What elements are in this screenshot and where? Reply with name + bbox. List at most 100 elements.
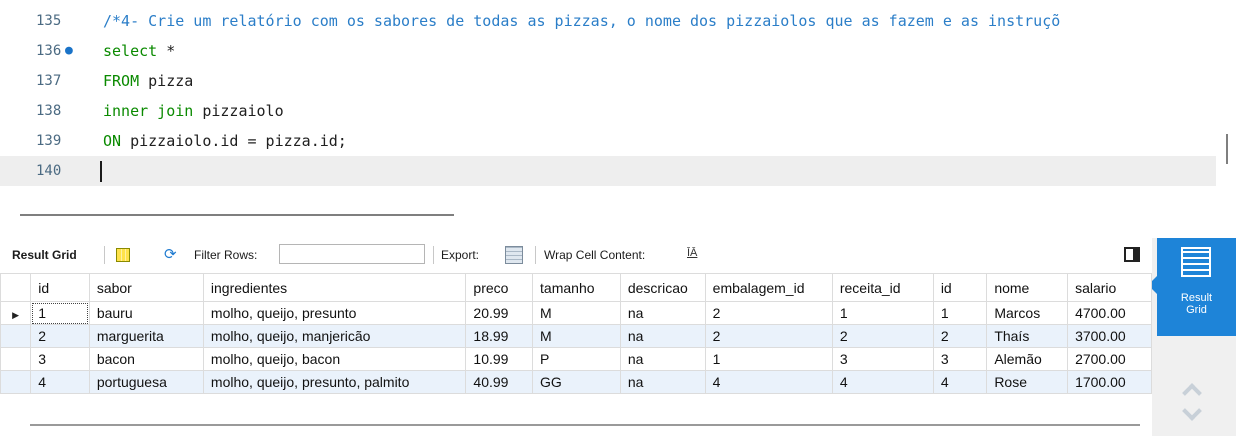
code-text[interactable]: ON pizzaiolo.id = pizza.id; [103,126,347,156]
table-cell[interactable]: portuguesa [88,370,204,394]
toolbar-separator [433,246,434,264]
code-text[interactable]: inner join pizzaiolo [103,96,284,126]
editor-line[interactable]: 138 inner join pizzaiolo [0,96,1216,126]
column-header[interactable]: id [30,273,90,302]
filter-rows-input[interactable] [279,244,425,264]
editor-horizontal-scrollbar[interactable] [20,214,454,216]
row-header[interactable] [0,347,32,371]
table-cell[interactable]: marguerita [88,324,204,348]
table-cell[interactable]: GG [532,370,621,394]
table-row[interactable]: 3 bacon molho, queijo, bacon 10.99 Pna 1 3 3 Ale… [0,347,1152,371]
table-cell[interactable]: 3700.00 [1067,324,1152,348]
refresh-icon[interactable]: ⟳ [164,245,177,263]
result-grid-side-label-line1: Result [1180,292,1213,304]
code-text[interactable]: /*4- Crie um relatório com os sabores de… [103,6,1060,36]
editor-line[interactable]: 139 ON pizzaiolo.id = pizza.id; [0,126,1216,156]
result-grid-side-button[interactable]: Result Grid [1148,238,1236,336]
table-row[interactable]: 2 marguerita molho, queijo, manjericão 18.9… [0,324,1152,348]
row-header-corner [0,273,32,302]
editor-line[interactable]: 137 FROM pizza [0,66,1216,96]
table-cell[interactable]: Alemão [986,347,1069,371]
table-cell[interactable]: 3 [831,347,934,371]
sql-keyword: ON [103,132,122,150]
wrap-cell-content-icon[interactable]: ĪĀ [687,247,697,259]
table-cell[interactable]: 20.99 [465,301,534,325]
editor-line[interactable]: 135 /*4- Crie um relatório com os sabores… [0,6,1216,36]
table-cell[interactable]: 2 [30,324,90,348]
line-number: 135 [36,13,62,29]
table-cell[interactable]: 4 [704,370,833,394]
table-cell[interactable]: 4 [831,370,934,394]
result-grid-tab[interactable]: Result Grid [12,238,77,272]
table-cell[interactable]: na [619,301,706,325]
grid-layout-icon[interactable] [116,248,130,262]
table-cell[interactable]: P [532,347,621,371]
row-header[interactable] [0,324,32,348]
table-cell[interactable]: na [619,347,706,371]
table-cell[interactable]: 4 [30,370,90,394]
table-cell[interactable]: M [532,301,621,325]
table-row[interactable]: 4 portuguesa molho, queijo, presunto, palm… [0,370,1152,394]
table-cell[interactable]: 2 [932,324,988,348]
table-cell[interactable]: 1 [704,347,833,371]
column-header[interactable]: id [932,273,988,302]
code-text[interactable]: FROM pizza [103,66,193,96]
row-header[interactable] [0,370,32,394]
table-cell[interactable]: 2 [831,324,934,348]
editor-vertical-scrollbar[interactable] [1226,134,1228,164]
table-row[interactable]: ▶ 1 bauru molho, queijo, presunto 20.99 Mna 2 1… [0,301,1152,325]
chevron-down-icon[interactable] [1182,401,1202,421]
table-cell[interactable]: 3 [30,347,90,371]
column-header[interactable]: sabor [88,273,204,302]
table-cell[interactable]: Marcos [986,301,1069,325]
table-cell[interactable]: bacon [88,347,204,371]
table-cell[interactable]: 2700.00 [1067,347,1152,371]
line-number: 138 [36,103,62,119]
table-cell[interactable]: 2 [704,324,833,348]
column-header[interactable]: receita_id [831,273,934,302]
grid-horizontal-scrollbar[interactable] [30,424,1140,426]
sql-keyword: FROM [103,72,140,90]
chevron-up-icon[interactable] [1182,383,1202,403]
column-header[interactable]: salario [1067,273,1152,302]
table-cell[interactable]: na [619,324,706,348]
table-cell[interactable]: 4700.00 [1067,301,1152,325]
export-icon[interactable] [505,246,523,264]
table-cell[interactable]: bauru [88,301,204,325]
row-header[interactable]: ▶ [0,301,32,325]
column-header[interactable]: preco [465,273,534,302]
editor-line[interactable]: 140 [0,156,1216,186]
editor-line[interactable]: 136 ● select * [0,36,1216,66]
table-cell[interactable]: Thaís [986,324,1069,348]
code-text[interactable]: select * [103,36,175,66]
table-cell[interactable]: 1 [831,301,934,325]
table-cell[interactable]: molho, queijo, manjericão [202,324,467,348]
table-cell[interactable]: 1 [30,301,90,325]
table-cell[interactable]: 2 [704,301,833,325]
table-cell[interactable]: 3 [932,347,988,371]
sql-text: pizzaiolo [193,102,284,120]
filter-rows-label: Filter Rows: [194,248,258,262]
column-header[interactable]: ingredientes [202,273,467,302]
column-header[interactable]: nome [986,273,1069,302]
sql-editor[interactable]: 135 /*4- Crie um relatório com os sabores… [0,0,1236,216]
table-cell[interactable]: molho, queijo, bacon [202,347,467,371]
table-cell[interactable]: Rose [986,370,1069,394]
table-cell[interactable]: 10.99 [465,347,534,371]
toolbar-separator [535,246,536,264]
table-cell[interactable]: 40.99 [465,370,534,394]
sql-text: pizza [139,72,194,90]
table-cell[interactable]: 18.99 [465,324,534,348]
table-cell[interactable]: na [619,370,706,394]
result-grid-table[interactable]: id sabor ingredientes preco tamanho descricao… [0,273,1152,394]
table-cell[interactable]: 1700.00 [1067,370,1152,394]
column-header[interactable]: embalagem_id [704,273,833,302]
table-cell[interactable]: molho, queijo, presunto [202,301,467,325]
table-cell[interactable]: molho, queijo, presunto, palmito [202,370,467,394]
toggle-panel-icon[interactable] [1124,247,1140,262]
column-header[interactable]: tamanho [532,273,621,302]
table-cell[interactable]: 4 [932,370,988,394]
table-cell[interactable]: 1 [932,301,988,325]
table-cell[interactable]: M [532,324,621,348]
column-header[interactable]: descricao [619,273,706,302]
